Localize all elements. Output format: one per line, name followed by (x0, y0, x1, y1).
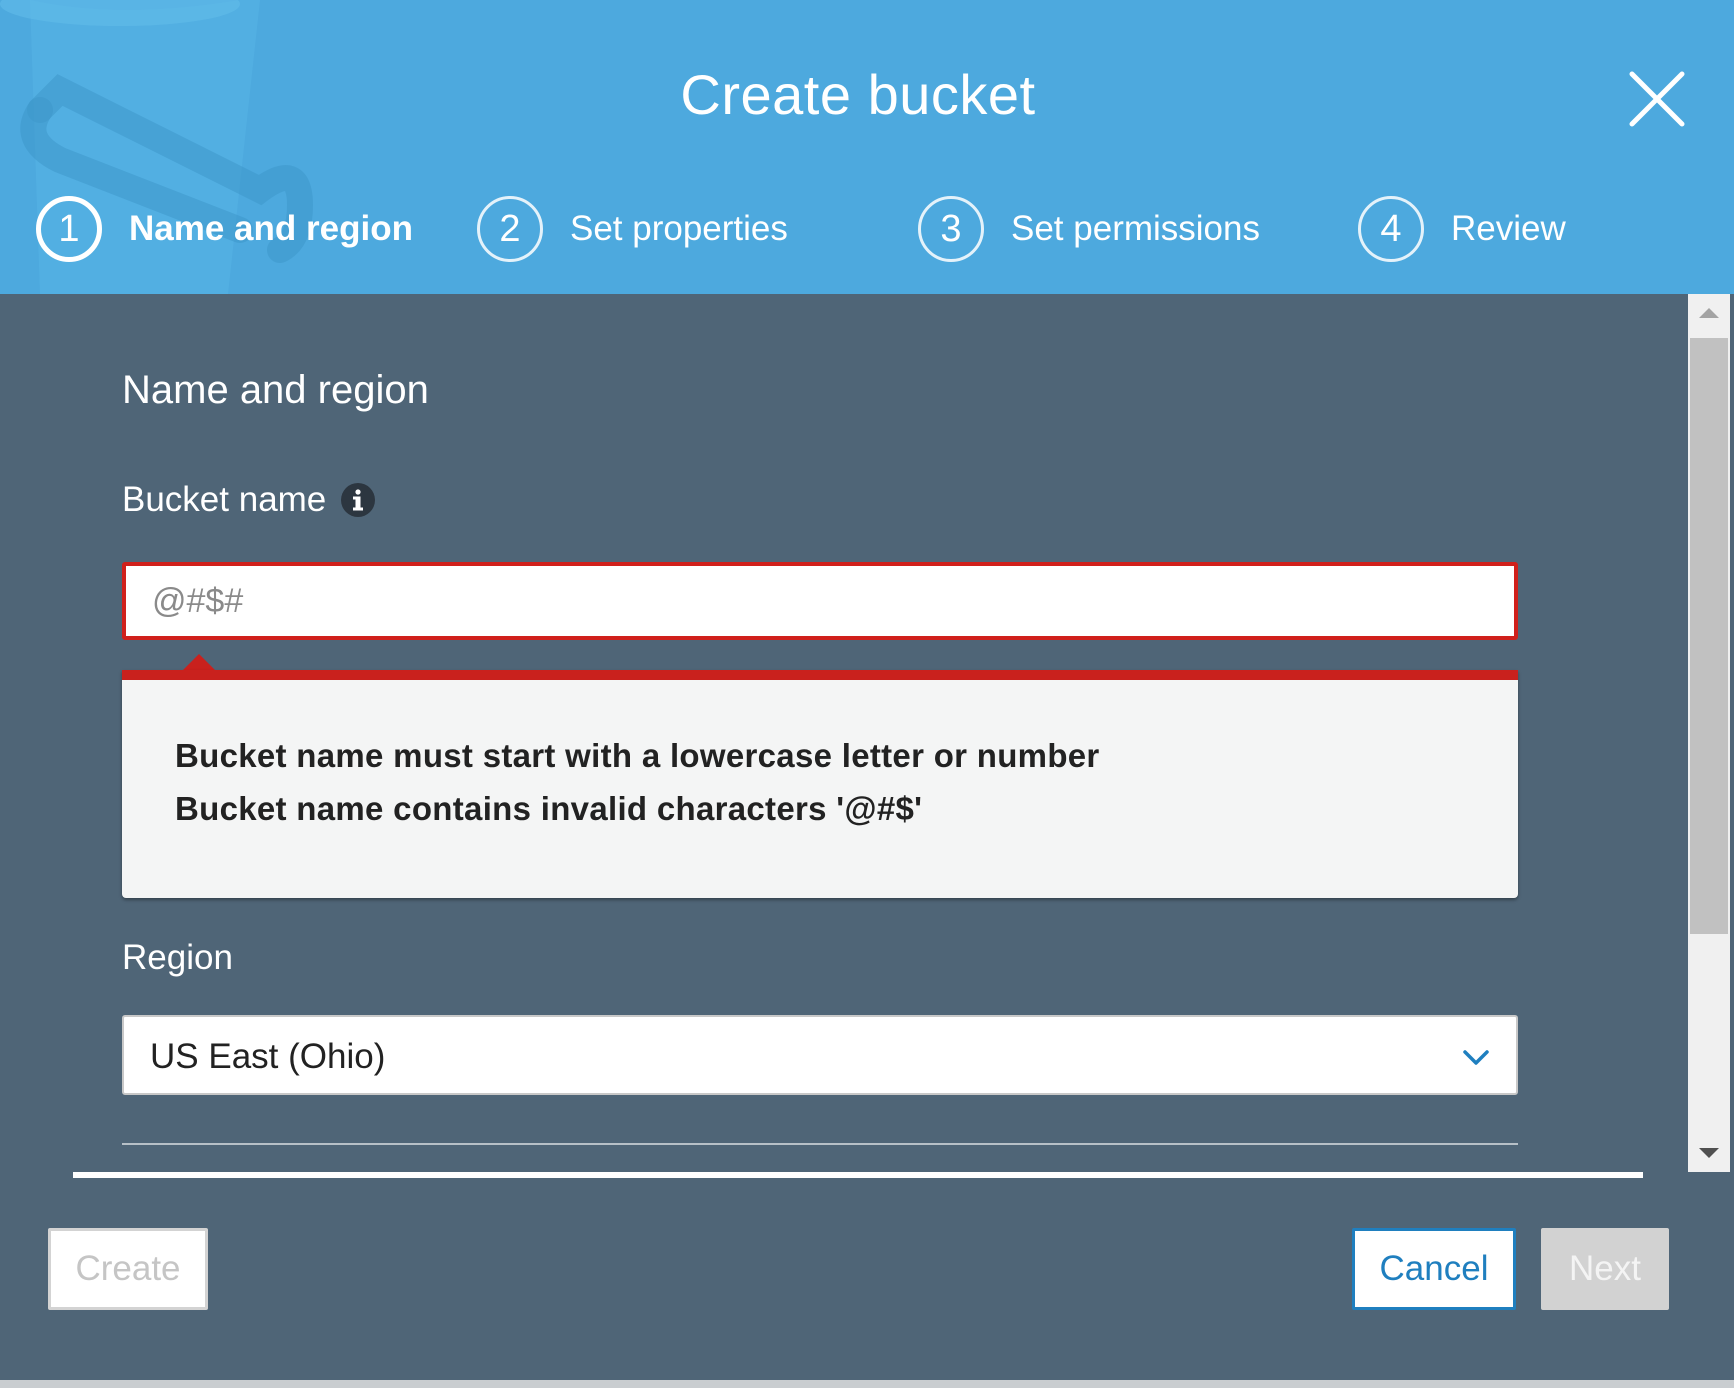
footer-divider (73, 1172, 1643, 1178)
step-set-permissions[interactable]: 3 Set permissions (918, 194, 1260, 264)
step-name-and-region[interactable]: 1 Name and region (36, 194, 413, 264)
step-label: Set permissions (1011, 209, 1260, 248)
scroll-down-arrow-icon[interactable] (1688, 1134, 1730, 1172)
close-icon[interactable] (1626, 68, 1688, 130)
dialog-header: Create bucket 1 Name and region 2 Set pr… (0, 0, 1734, 294)
error-message: Bucket name contains invalid characters … (175, 790, 923, 827)
step-set-properties[interactable]: 2 Set properties (477, 194, 788, 264)
region-label: Region (122, 938, 233, 977)
next-button[interactable]: Next (1541, 1228, 1669, 1310)
bucket-name-label: Bucket name (122, 480, 327, 519)
step-label: Set properties (570, 209, 788, 248)
step-label: Name and region (129, 209, 413, 248)
chevron-down-icon (1463, 1050, 1489, 1065)
step-label: Review (1451, 209, 1566, 248)
region-select[interactable]: US East (Ohio) (122, 1015, 1518, 1095)
dialog-bottom-edge (0, 1380, 1734, 1388)
create-button[interactable]: Create (48, 1228, 208, 1310)
content-scrollbar[interactable] (1688, 294, 1730, 1172)
cancel-button[interactable]: Cancel (1352, 1228, 1516, 1310)
scroll-up-arrow-icon[interactable] (1688, 294, 1730, 332)
step-review[interactable]: 4 Review (1358, 194, 1566, 264)
region-selected-value: US East (Ohio) (150, 1037, 386, 1076)
step-number: 1 (36, 196, 102, 262)
validation-error-box: Bucket name must start with a lowercase … (122, 670, 1518, 898)
dialog-title: Create bucket (680, 63, 1036, 126)
bucket-name-input[interactable] (122, 562, 1518, 640)
section-title: Name and region (122, 368, 429, 412)
wizard-steps: 1 Name and region 2 Set properties 3 Set… (0, 194, 1734, 264)
step-number: 4 (1358, 196, 1424, 262)
info-icon[interactable] (341, 483, 375, 517)
scroll-thumb[interactable] (1690, 338, 1728, 934)
error-message: Bucket name must start with a lowercase … (175, 737, 1100, 774)
error-caret (182, 654, 216, 671)
step-number: 2 (477, 196, 543, 262)
content-divider (122, 1143, 1518, 1145)
step-number: 3 (918, 196, 984, 262)
